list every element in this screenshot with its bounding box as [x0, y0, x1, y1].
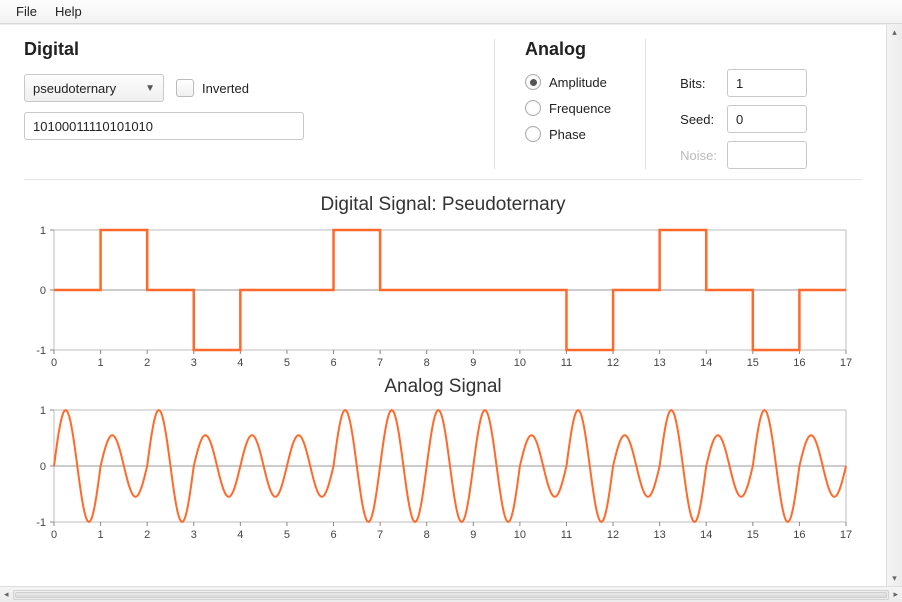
seed-input[interactable]: 0 [727, 105, 807, 133]
svg-text:17: 17 [840, 529, 852, 541]
svg-text:12: 12 [607, 357, 619, 369]
svg-text:6: 6 [330, 357, 336, 369]
radio-amplitude[interactable]: Amplitude [525, 74, 611, 90]
radio-dot-icon [525, 100, 541, 116]
svg-text:2: 2 [144, 357, 150, 369]
svg-text:8: 8 [424, 357, 430, 369]
bits-input[interactable]: 1 [727, 69, 807, 97]
analog-title: Analog [525, 39, 611, 60]
bitstring-input[interactable]: 10100011110101010 [24, 112, 304, 140]
scroll-down-icon: ▾ [892, 573, 897, 584]
svg-text:5: 5 [284, 529, 290, 541]
svg-text:3: 3 [191, 529, 197, 541]
svg-text:14: 14 [700, 529, 712, 541]
svg-text:12: 12 [607, 529, 619, 541]
svg-text:10: 10 [514, 357, 526, 369]
svg-text:1: 1 [40, 405, 46, 417]
seed-label: Seed: [680, 112, 717, 127]
svg-text:6: 6 [330, 529, 336, 541]
hscroll-thumb[interactable] [15, 592, 888, 598]
svg-text:1: 1 [98, 357, 104, 369]
digital-chart-title: Digital Signal: Pseudoternary [24, 194, 862, 216]
bits-label: Bits: [680, 76, 717, 91]
analog-panel: Analog Amplitude Frequence Phase [525, 39, 862, 169]
svg-text:7: 7 [377, 529, 383, 541]
svg-text:-1: -1 [36, 345, 46, 357]
digital-chart: 01234567891011121314151617-101 [24, 222, 862, 362]
svg-text:16: 16 [793, 357, 805, 369]
content: Digital pseudoternary ▼ Inverted 1010001… [0, 24, 902, 586]
svg-text:15: 15 [747, 529, 759, 541]
svg-text:15: 15 [747, 357, 759, 369]
svg-text:0: 0 [40, 461, 46, 473]
radio-amplitude-label: Amplitude [549, 75, 607, 90]
bits-value: 1 [736, 76, 743, 91]
panel-divider [494, 39, 495, 169]
radio-phase-label: Phase [549, 127, 586, 142]
svg-text:0: 0 [40, 285, 46, 297]
svg-text:-1: -1 [36, 517, 46, 529]
svg-text:0: 0 [51, 529, 57, 541]
noise-input[interactable] [727, 141, 807, 169]
svg-text:9: 9 [470, 357, 476, 369]
analog-chart: 01234567891011121314151617-101 [24, 404, 862, 544]
analog-divider [645, 39, 646, 169]
scroll-left-icon: ◂ [4, 589, 9, 600]
analog-chart-block: Analog Signal 01234567891011121314151617… [24, 376, 862, 544]
radio-frequence[interactable]: Frequence [525, 100, 611, 116]
svg-text:17: 17 [840, 357, 852, 369]
radio-frequence-label: Frequence [549, 101, 611, 116]
svg-text:4: 4 [237, 529, 243, 541]
inverted-label: Inverted [202, 81, 249, 96]
analog-chart-title: Analog Signal [24, 376, 862, 398]
main-panel: Digital pseudoternary ▼ Inverted 1010001… [0, 25, 886, 586]
inverted-checkbox[interactable] [176, 79, 194, 97]
svg-text:7: 7 [377, 357, 383, 369]
encoding-value: pseudoternary [33, 81, 116, 96]
noise-label: Noise: [680, 148, 717, 163]
svg-text:13: 13 [654, 357, 666, 369]
digital-chart-block: Digital Signal: Pseudoternary 0123456789… [24, 194, 862, 362]
svg-text:4: 4 [237, 357, 243, 369]
vertical-scrollbar[interactable]: ▴ ▾ [886, 25, 902, 586]
svg-text:3: 3 [191, 357, 197, 369]
bitstring-value: 10100011110101010 [33, 119, 153, 134]
svg-text:0: 0 [51, 357, 57, 369]
svg-text:11: 11 [561, 529, 572, 541]
radio-dot-icon [525, 126, 541, 142]
svg-text:9: 9 [470, 529, 476, 541]
menu-file[interactable]: File [16, 4, 37, 19]
svg-text:8: 8 [424, 529, 430, 541]
svg-text:2: 2 [144, 529, 150, 541]
svg-text:16: 16 [793, 529, 805, 541]
seed-value: 0 [736, 112, 743, 127]
svg-text:13: 13 [654, 529, 666, 541]
scroll-up-icon: ▴ [892, 27, 897, 38]
digital-panel: Digital pseudoternary ▼ Inverted 1010001… [24, 39, 464, 169]
svg-text:1: 1 [98, 529, 104, 541]
digital-title: Digital [24, 39, 464, 60]
scroll-right-icon: ▸ [893, 589, 898, 600]
svg-text:1: 1 [40, 225, 46, 237]
chevron-down-icon: ▼ [145, 83, 155, 94]
svg-text:11: 11 [561, 357, 572, 369]
menu-help[interactable]: Help [55, 4, 82, 19]
svg-text:14: 14 [700, 357, 712, 369]
menubar: File Help [0, 0, 902, 24]
radio-dot-icon [525, 74, 541, 90]
hscroll-track[interactable] [13, 590, 890, 600]
svg-text:10: 10 [514, 529, 526, 541]
horizontal-scrollbar[interactable]: ◂ ▸ [0, 586, 902, 602]
radio-phase[interactable]: Phase [525, 126, 611, 142]
encoding-select[interactable]: pseudoternary ▼ [24, 74, 164, 102]
svg-text:5: 5 [284, 357, 290, 369]
